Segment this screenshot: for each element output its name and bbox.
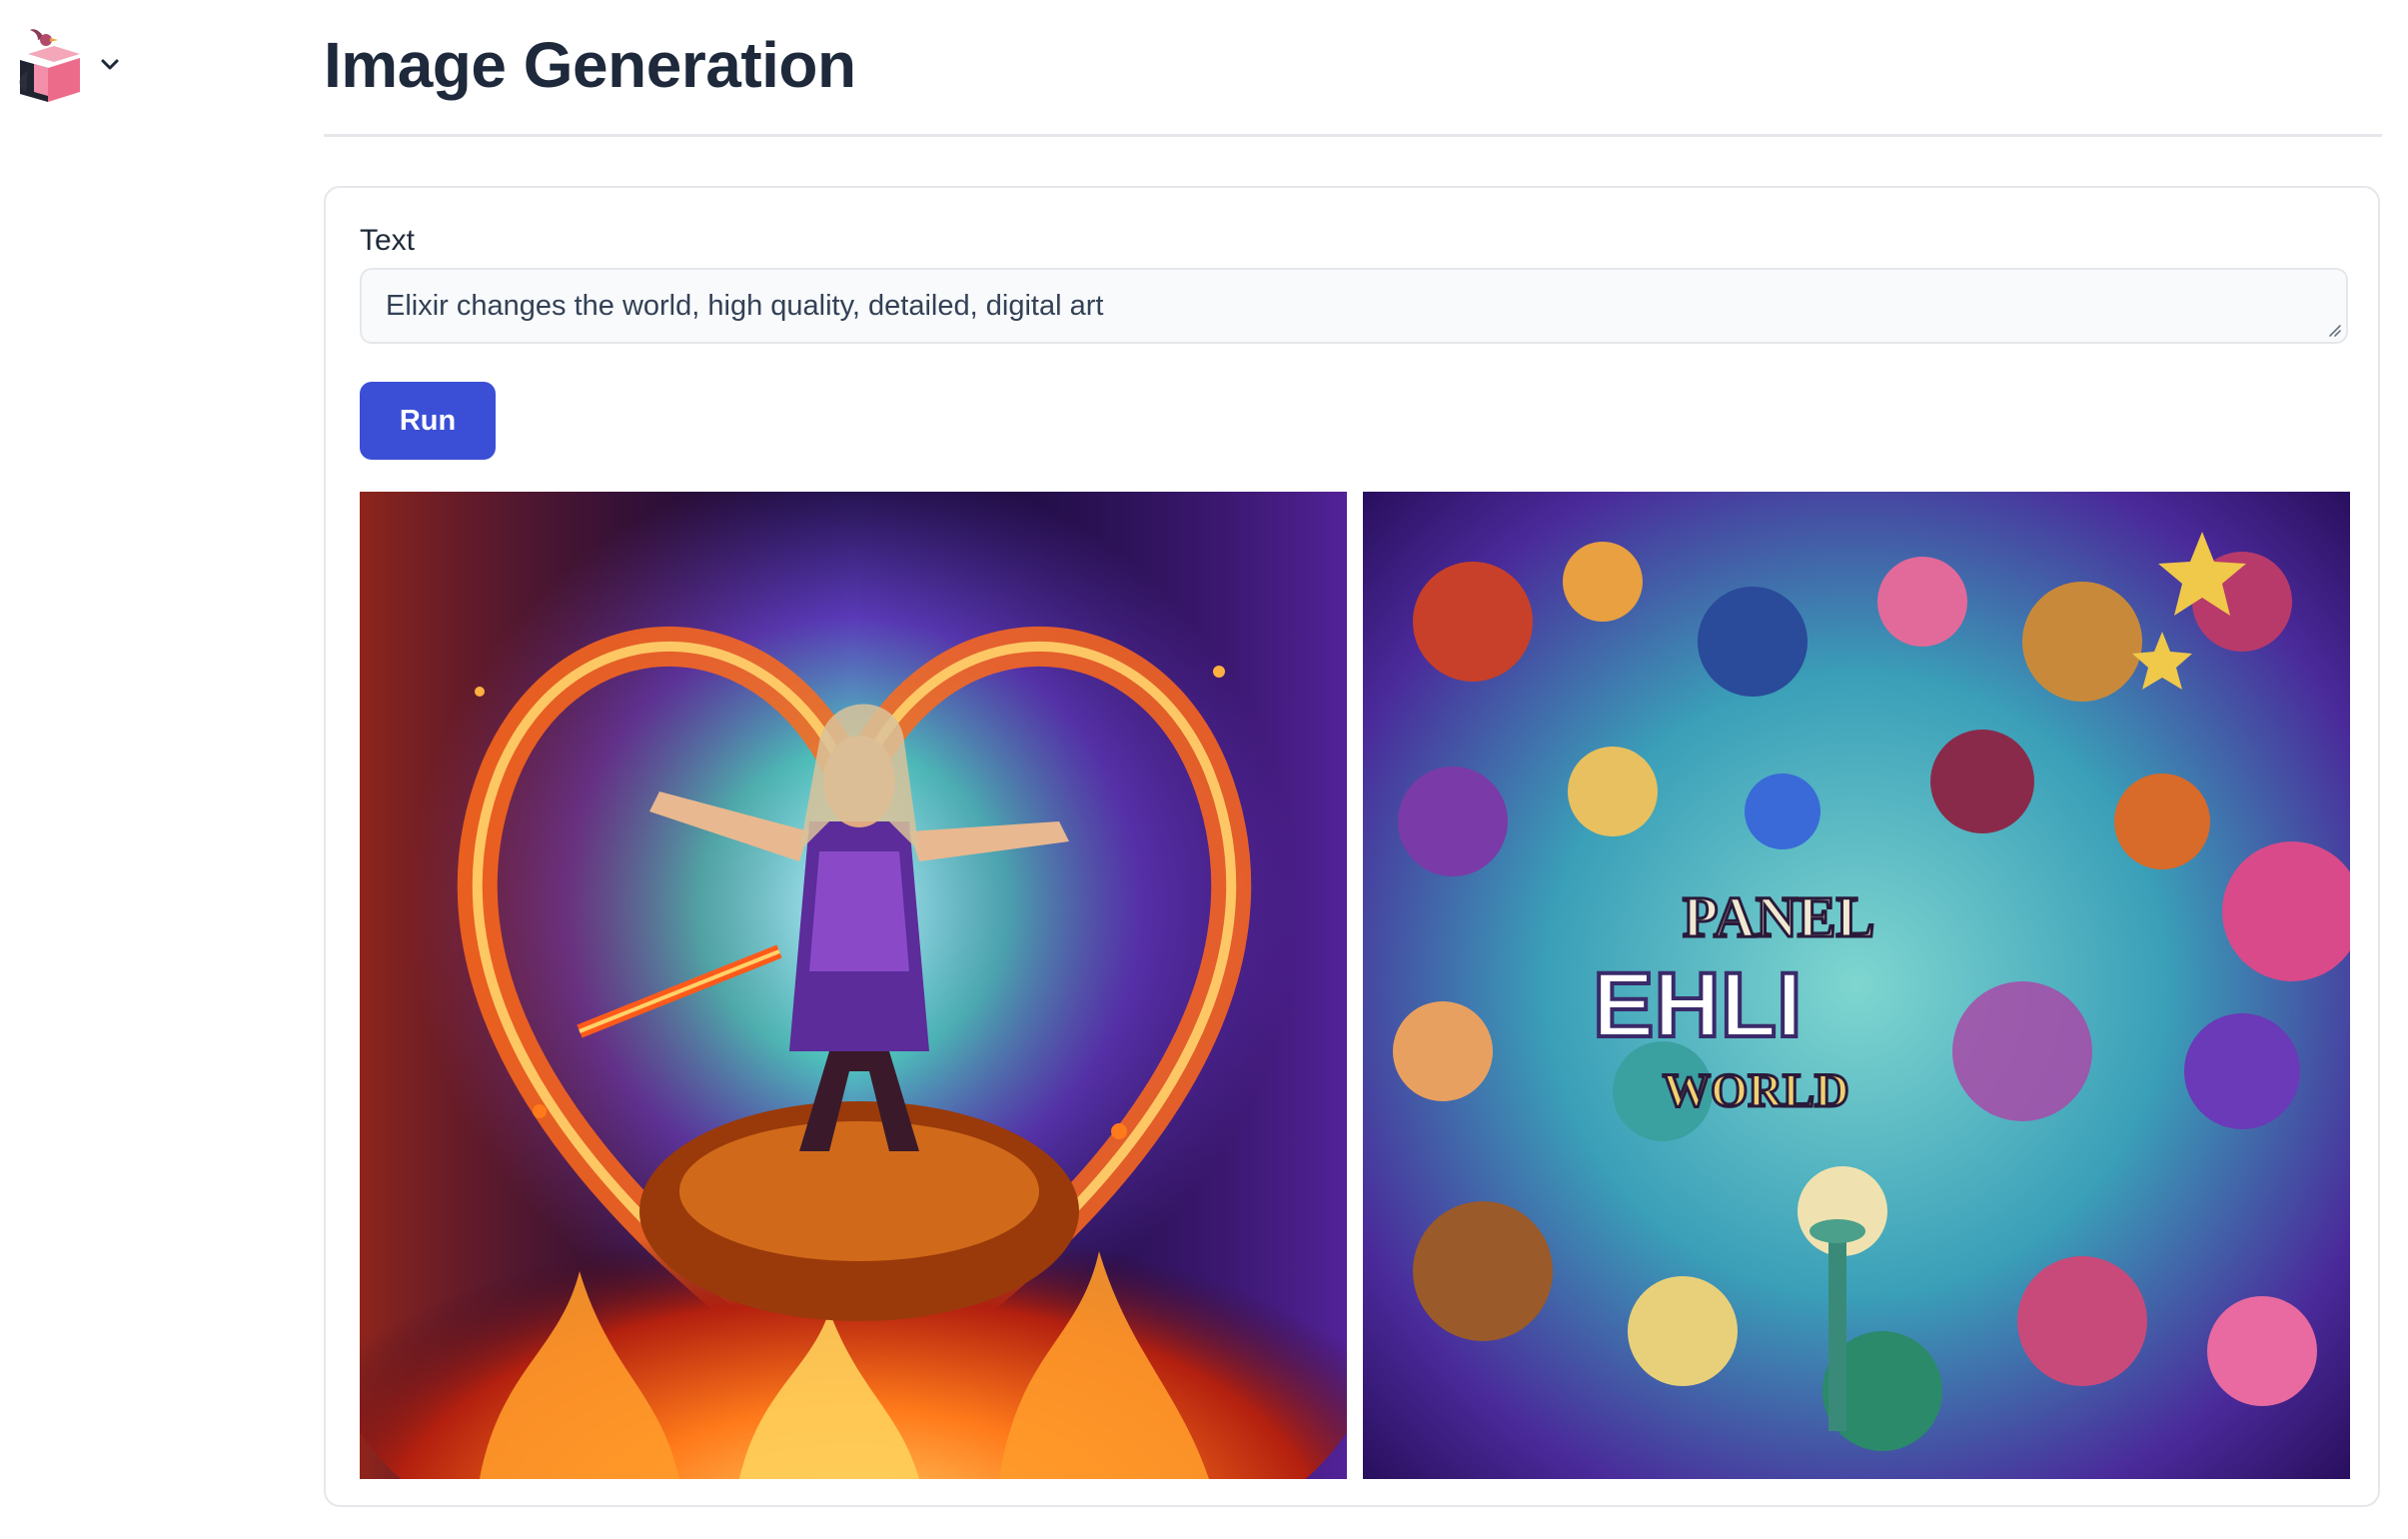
image-lettering-3: WORLD: [1663, 1064, 1849, 1117]
resize-grip-icon[interactable]: [2326, 322, 2342, 338]
image-generation-card: Text Elixir changes the world, high qual…: [324, 186, 2380, 1507]
page-title: Image Generation: [324, 29, 856, 101]
image-lettering-2: EHLI: [1593, 954, 1803, 1056]
text-input[interactable]: Elixir changes the world, high quality, …: [360, 268, 2348, 344]
generated-image-1: [360, 492, 1347, 1479]
chevron-down-icon[interactable]: [98, 52, 122, 76]
generated-image-2-art: PANEL EHLI WORLD: [1363, 492, 2350, 1479]
text-field-label: Text: [360, 224, 416, 257]
image-lettering-1: PANEL: [1683, 884, 1874, 949]
livebook-logo-icon: [19, 29, 80, 102]
app-page: Image Generation Text Elixir changes the…: [0, 0, 2408, 1539]
title-divider: [324, 134, 2382, 137]
generated-image-2: PANEL EHLI WORLD: [1363, 492, 2350, 1479]
notebook-menu[interactable]: [14, 26, 122, 102]
run-button[interactable]: Run: [360, 382, 496, 460]
text-input-value: Elixir changes the world, high quality, …: [386, 290, 1104, 322]
generated-image-1-art: [360, 492, 1347, 1479]
